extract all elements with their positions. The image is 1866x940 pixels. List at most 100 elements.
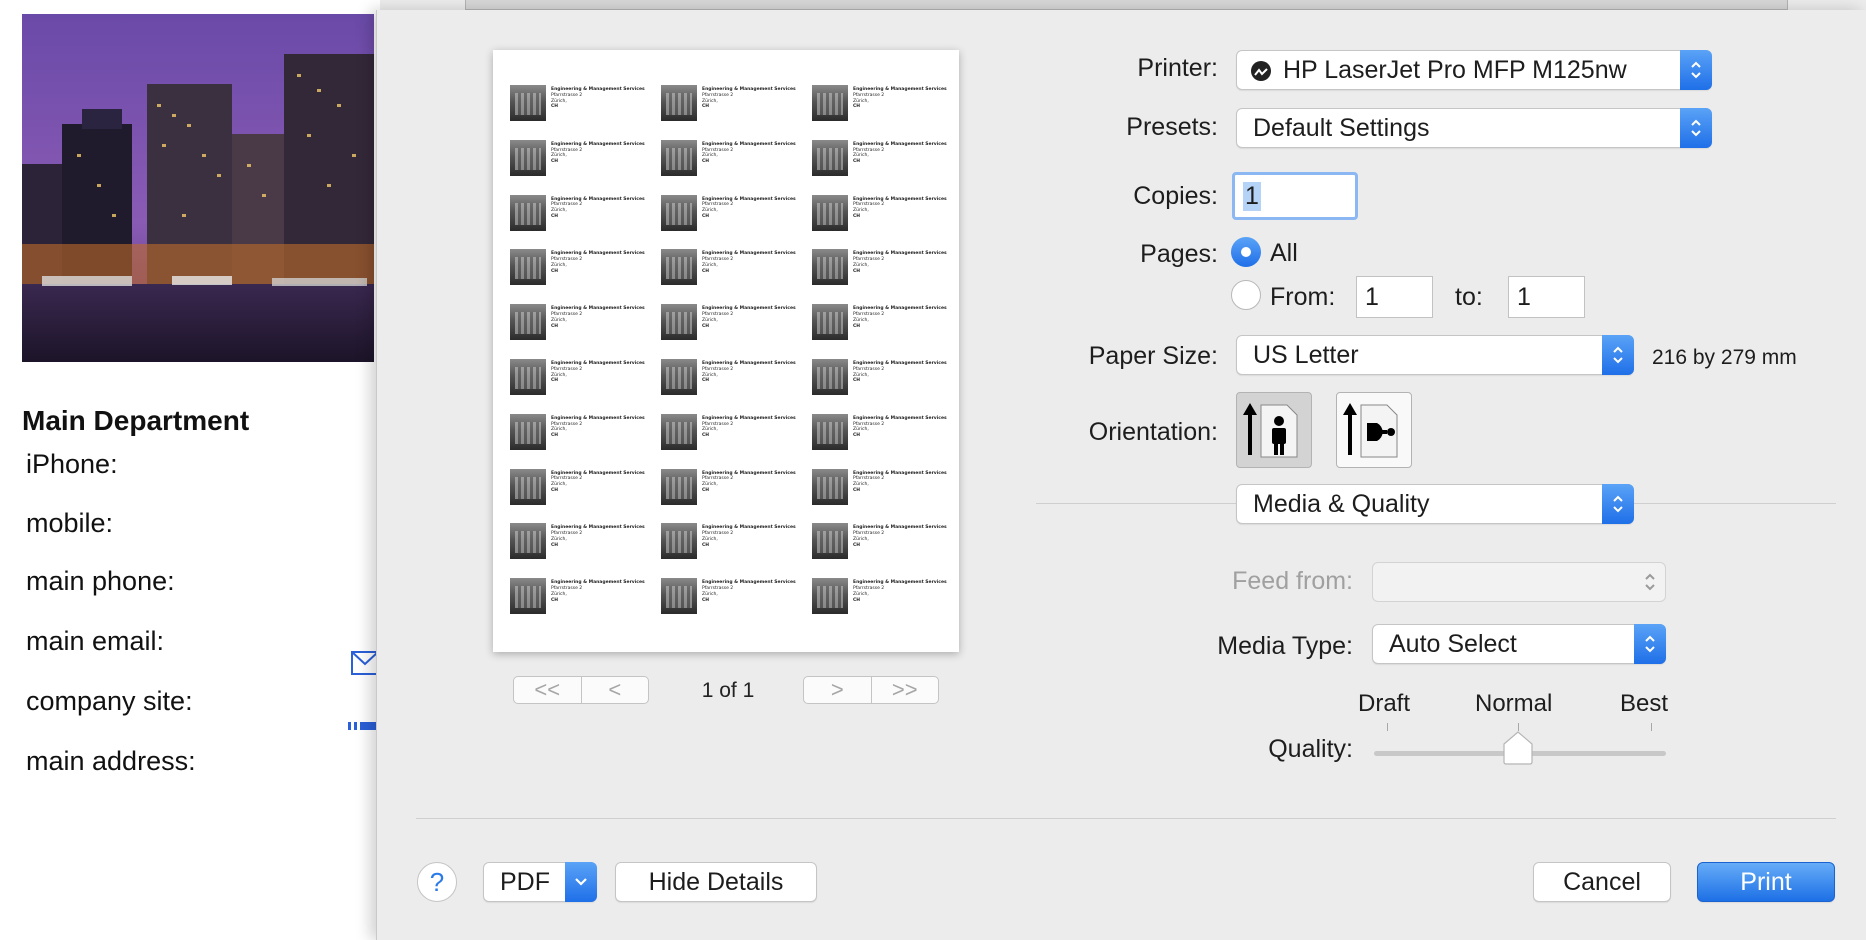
iphone-label: iPhone: [26,449,118,479]
label-thumbnail-image [510,85,546,121]
label-text-line: CH [551,159,559,165]
cancel-button[interactable]: Cancel [1533,862,1671,902]
previous-page-button[interactable]: < [580,677,649,703]
label-text-line: Pfarrstrasse 2 [853,531,885,537]
label-text-line: Engineering & Management Services [702,87,796,92]
quality-level-draft: Draft [1358,690,1411,717]
portrait-icon [1243,403,1298,458]
address-label: Engineering & Management Services Pfarrst… [510,523,650,563]
label-thumbnail-image [661,468,697,505]
address-label: Engineering & Management Services Pfarrst… [661,85,801,125]
feed-from-popup[interactable] [1372,562,1666,602]
first-page-button[interactable]: << [514,677,581,703]
label-text-line: Pfarrstrasse 2 [702,92,734,98]
chevron-down-icon [565,862,597,902]
label-text-line: Pfarrstrasse 2 [551,92,583,98]
label-thumbnail-image [510,249,546,286]
paper-size-popup[interactable]: US Letter [1236,335,1634,375]
label-text-line: Zürich, [702,317,718,323]
orientation-portrait-button[interactable] [1236,392,1312,468]
address-label: Engineering & Management Services Pfarrst… [510,468,650,509]
last-page-button[interactable]: >> [870,677,939,703]
label-text-line: CH [702,323,710,329]
orientation-landscape-button[interactable] [1336,392,1412,468]
pages-from-field[interactable]: 1 [1356,276,1433,318]
label-text-line: Zürich, [551,208,567,214]
address-label: Engineering & Management Services Pfarrst… [510,194,650,235]
media-type-popup[interactable]: Auto Select [1372,624,1666,664]
label-thumbnail-image [812,194,848,231]
next-page-button[interactable]: > [804,677,871,703]
copies-field[interactable]: 1 [1232,172,1358,220]
label-text-line: Zürich, [551,536,567,542]
label-text-line: Engineering & Management Services [853,580,947,586]
presets-popup[interactable]: Default Settings [1236,108,1712,148]
presets-value: Default Settings [1253,113,1430,142]
address-label: Engineering & Management Services Pfarrst… [812,468,952,509]
label-text-line: Zürich, [702,536,718,542]
label-text-line: CH [853,597,861,603]
hide-details-button[interactable]: Hide Details [615,862,817,902]
label-text-line: Engineering & Management Services [853,415,947,421]
pages-from-label: From: [1270,283,1336,311]
quality-tick [1651,723,1652,731]
pages-all-radio[interactable] [1231,237,1261,267]
printer-status-icon [1251,61,1271,81]
quality-slider-knob[interactable] [1502,730,1534,766]
label-text-line: Zürich, [551,317,567,323]
pages-to-field[interactable]: 1 [1508,276,1585,318]
pages-from-radio[interactable] [1231,280,1261,310]
help-button[interactable]: ? [417,862,457,902]
label-text-line: Pfarrstrasse 2 [702,531,734,537]
popup-arrows-icon [1643,571,1657,600]
main-address-label: main address: [26,746,196,776]
paper-dimensions: 216 by 279 mm [1652,346,1797,369]
label-text-line: CH [702,378,710,384]
label-text-line: Zürich, [853,262,869,268]
label-thumbnail-image [661,578,697,615]
label-text-line: Zürich, [551,591,567,597]
address-label: Engineering & Management Services Pfarrst… [812,359,952,399]
address-label: Engineering & Management Services Pfarrst… [661,413,801,454]
label-text-line: CH [551,542,559,548]
address-label: Engineering & Management Services Pfarrst… [661,578,801,618]
print-button[interactable]: Print [1697,862,1835,902]
label-text-line: Engineering & Management Services [551,361,645,366]
label-thumbnail-image [812,359,848,395]
label-text-line: CH [702,542,710,548]
label-text-line: CH [853,433,861,439]
address-label: Engineering & Management Services Pfarrst… [812,85,952,125]
pages-to-label: to: [1455,283,1483,311]
pdf-label: PDF [500,867,550,896]
address-label: Engineering & Management Services Pfarrst… [661,139,801,180]
page-count-label: 1 of 1 [701,679,755,702]
label-thumbnail-image [661,523,697,560]
label-thumbnail-image [661,85,697,121]
label-text-line: CH [853,378,861,384]
address-label: Engineering & Management Services Pfarrst… [661,194,801,235]
label-thumbnail-image [661,304,697,341]
label-text-line: Engineering & Management Services [702,415,796,421]
copies-value: 1 [1243,181,1261,211]
pdf-menu-button[interactable]: PDF [483,862,597,902]
address-label: Engineering & Management Services Pfarrst… [510,413,650,454]
section-popup[interactable]: Media & Quality [1236,484,1634,524]
label-text-line: Pfarrstrasse 2 [551,531,583,537]
label-text-line: Zürich, [853,482,869,488]
printer-popup[interactable]: HP LaserJet Pro MFP M125nw [1236,50,1712,90]
label-text-line: CH [551,104,559,110]
label-text-line: Engineering & Management Services [702,141,796,147]
label-text-line: CH [702,433,710,439]
label-thumbnail-image [812,578,848,615]
address-label: Engineering & Management Services Pfarrst… [812,249,952,289]
address-label: Engineering & Management Services Pfarrst… [812,578,952,618]
label-thumbnail-image [510,413,546,450]
label-thumbnail-image [661,194,697,231]
label-text-line: CH [551,597,559,603]
label-text-line: Zürich, [702,482,718,488]
address-label: Engineering & Management Services Pfarrst… [510,578,650,618]
label-text-line: CH [853,542,861,548]
section-value: Media & Quality [1253,489,1430,518]
label-text-line: Engineering & Management Services [551,415,645,421]
label-text-line: Zürich, [702,208,718,214]
